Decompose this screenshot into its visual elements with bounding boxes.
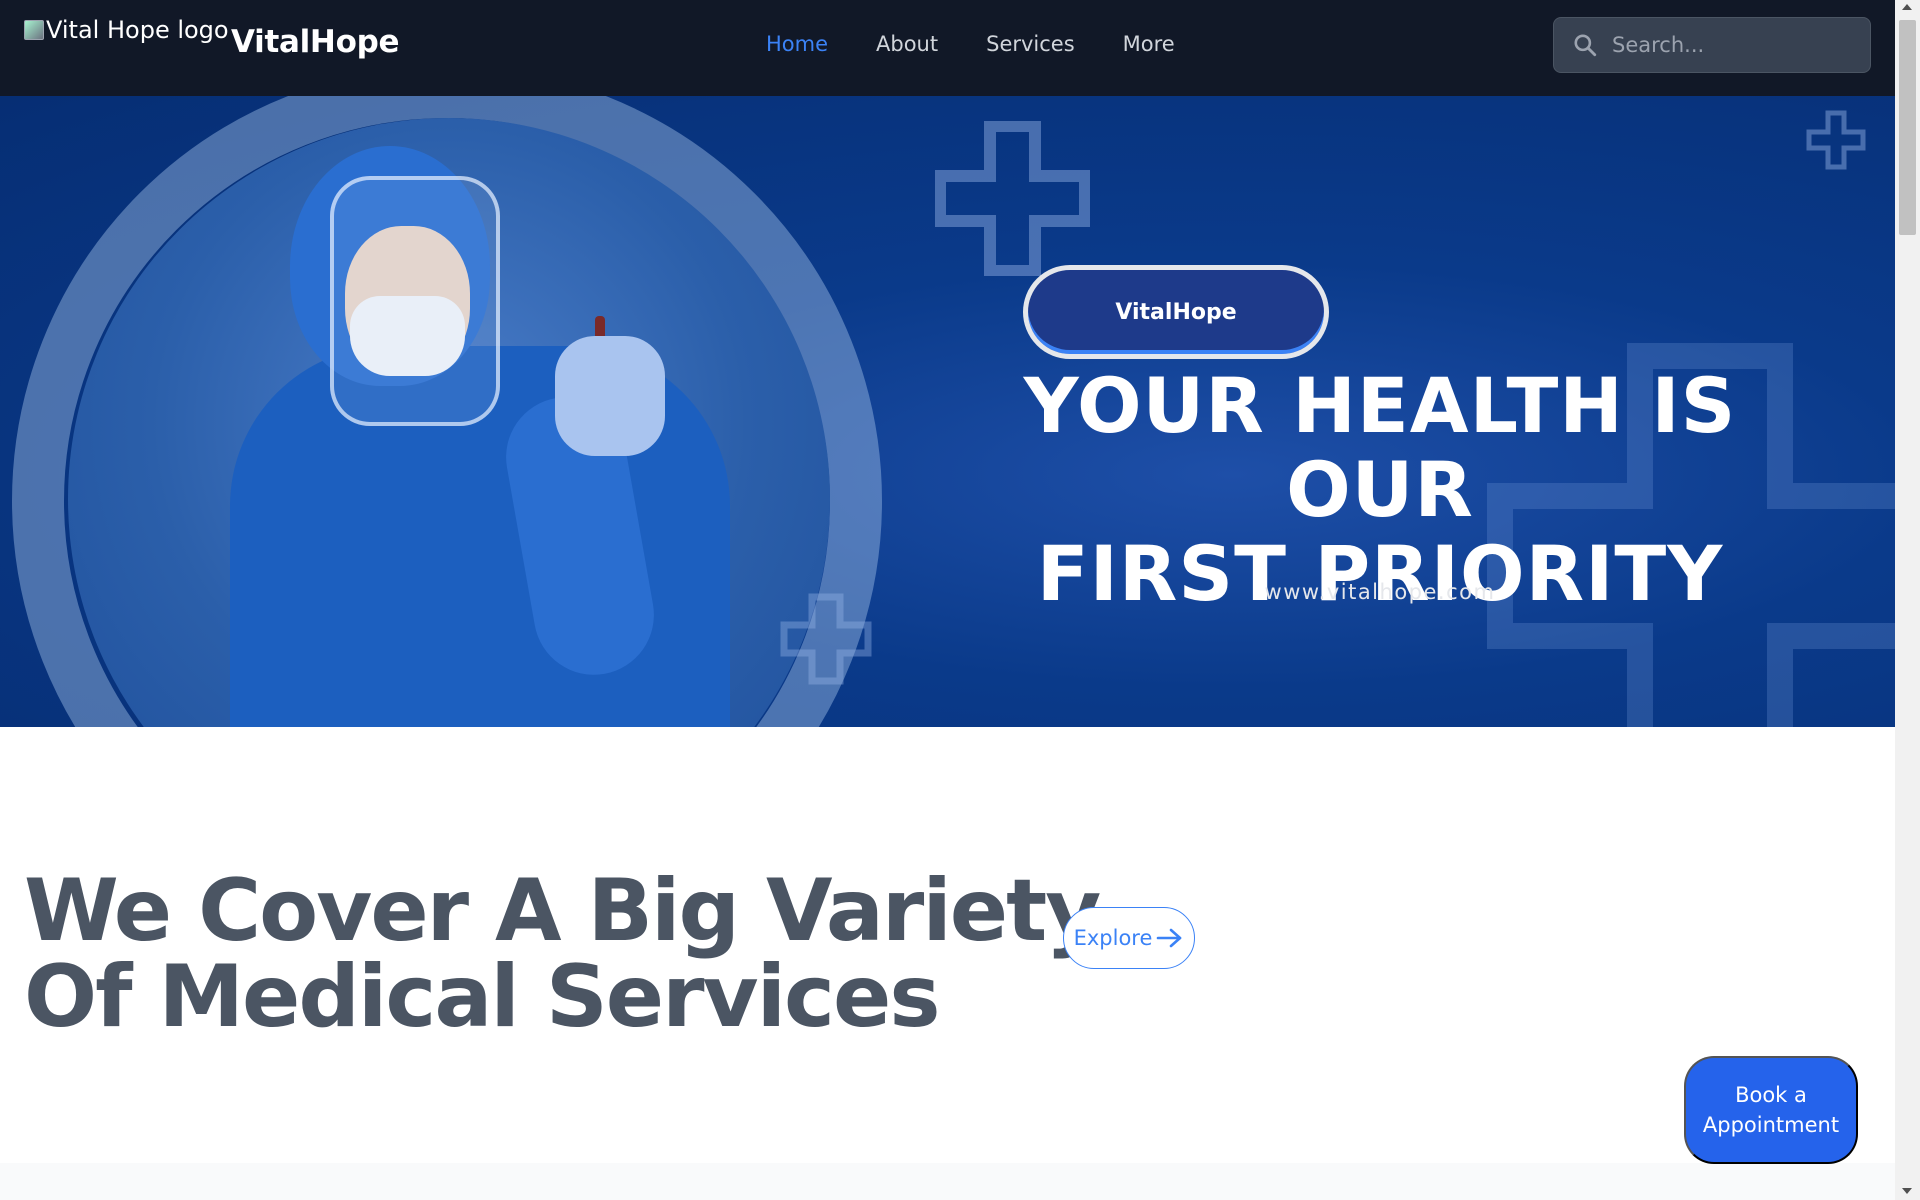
- services-title-line2: Of Medical Services: [24, 947, 941, 1047]
- navbar: Vital Hope logo VitalHope Home About Ser…: [0, 0, 1895, 96]
- services-title: We Cover A Big Variety Of Medical Servic…: [24, 861, 1101, 1047]
- scroll-up-icon[interactable]: [1902, 4, 1912, 10]
- arrow-right-icon: [1157, 928, 1182, 948]
- book-line2: Appointment: [1702, 1113, 1840, 1137]
- scroll-thumb[interactable]: [1899, 20, 1916, 235]
- logo-link[interactable]: Vital Hope logo: [24, 16, 229, 44]
- scroll-down-icon[interactable]: [1902, 1188, 1912, 1194]
- logo-alt-text: Vital Hope logo: [46, 16, 229, 44]
- search-input[interactable]: [1612, 33, 1852, 57]
- next-section-strip: [0, 1163, 1895, 1200]
- nav-about[interactable]: About: [876, 32, 938, 56]
- hero-url: www.vitalhope.com: [1264, 580, 1496, 604]
- hero-headline: YOUR HEALTH IS OUR FIRST PRIORITY: [940, 364, 1820, 616]
- search-icon: [1574, 34, 1597, 57]
- nav-home[interactable]: Home: [766, 32, 828, 56]
- cross-icon: [780, 593, 872, 685]
- explore-label: Explore: [1073, 926, 1153, 950]
- cross-icon: [1806, 110, 1866, 170]
- broken-image-icon: [24, 20, 44, 40]
- services-title-line1: We Cover A Big Variety: [24, 861, 1101, 961]
- book-line1: Book a: [1735, 1083, 1807, 1107]
- face-shield: [330, 176, 500, 426]
- hero-headline-line1: YOUR HEALTH IS OUR: [1023, 361, 1737, 534]
- main-nav: Home About Services More: [766, 32, 1175, 56]
- cross-icon: [935, 121, 1090, 276]
- logo-image: Vital Hope logo: [24, 16, 229, 44]
- book-appointment-button[interactable]: Book a Appointment: [1684, 1056, 1858, 1164]
- hero-badge-button[interactable]: VitalHope: [1023, 265, 1329, 359]
- nav-more[interactable]: More: [1123, 32, 1175, 56]
- hero-banner: VitalHope YOUR HEALTH IS OUR FIRST PRIOR…: [0, 96, 1895, 727]
- gloved-hands: [555, 336, 665, 456]
- explore-button[interactable]: Explore: [1063, 907, 1195, 969]
- search-box[interactable]: [1553, 17, 1871, 73]
- hero-badge-label: VitalHope: [1115, 299, 1237, 325]
- page-scrollbar[interactable]: [1895, 0, 1920, 1200]
- nav-services[interactable]: Services: [986, 32, 1075, 56]
- brand-name[interactable]: VitalHope: [231, 24, 400, 60]
